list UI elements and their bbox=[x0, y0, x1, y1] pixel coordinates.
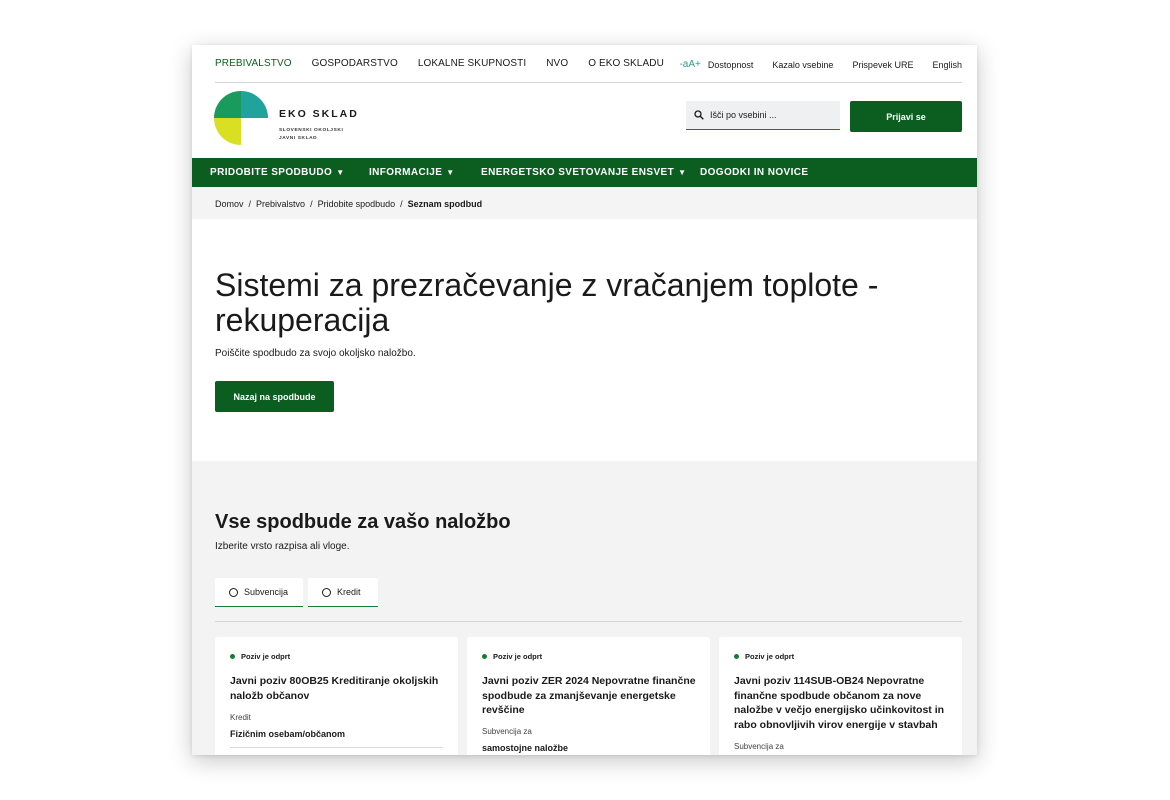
brand-subtitle: SLOVENSKI OKOLJSKI JAVNI SKLAD bbox=[279, 127, 343, 143]
status-dot-icon bbox=[482, 654, 487, 659]
status-dot-icon bbox=[230, 654, 235, 659]
breadcrumb-item-domov[interactable]: Domov bbox=[215, 199, 244, 209]
incentives-section: Vse spodbude za vašo naložbo Izberite vr… bbox=[192, 461, 977, 755]
radio-icon[interactable] bbox=[322, 587, 331, 597]
page-title: Sistemi za prezračevanje z vračanjem top… bbox=[215, 267, 879, 338]
mainnav-label: INFORMACIJE bbox=[369, 167, 443, 178]
breadcrumb-item-current: Seznam spodbud bbox=[407, 199, 483, 209]
card-target: samostojne naložbe bbox=[482, 743, 569, 753]
card-target: Fizičnim osebam/občanom bbox=[230, 729, 346, 739]
incentive-card[interactable]: Poziv je odprt Javni poziv 114SUB-OB24 N… bbox=[719, 637, 962, 755]
topnav-item-gospodarstvo[interactable]: GOSPODARSTVO bbox=[312, 58, 398, 69]
incentive-card[interactable]: Poziv je odprt Javni poziv 80OB25 Kredit… bbox=[215, 637, 458, 755]
card-title[interactable]: Javni poziv 114SUB-OB24 Nepovratne finan… bbox=[734, 674, 954, 732]
status-dot-icon bbox=[734, 654, 739, 659]
chevron-down-icon: ▼ bbox=[678, 168, 687, 177]
back-to-incentives-button[interactable]: Nazaj na spodbude bbox=[215, 381, 334, 412]
search-box[interactable] bbox=[686, 101, 840, 130]
status-badge: Poziv je odprt bbox=[734, 652, 794, 661]
incentive-card[interactable]: Poziv je odprt Javni poziv ZER 2024 Nepo… bbox=[467, 637, 710, 755]
status-badge: Poziv je odprt bbox=[482, 652, 542, 661]
brand-sub-line2: JAVNI SKLAD bbox=[279, 136, 318, 141]
card-type: Subvencija za bbox=[734, 742, 784, 751]
radio-icon[interactable] bbox=[229, 587, 238, 597]
login-button[interactable]: Prijavi se bbox=[850, 101, 962, 132]
breadcrumb-separator: / bbox=[310, 199, 313, 209]
top-bar: PREBIVALSTVO GOSPODARSTVO LOKALNE SKUPNO… bbox=[192, 45, 977, 83]
mainnav-label: DOGODKI IN NOVICE bbox=[700, 167, 809, 178]
topnav-item-prebivalstvo[interactable]: PREBIVALSTVO bbox=[215, 58, 292, 69]
font-size-toggle[interactable]: -aA+ bbox=[679, 59, 700, 70]
breadcrumb: Domov / Prebivalstvo / Pridobite spodbud… bbox=[192, 187, 977, 219]
brand-name: EKO SKLAD bbox=[279, 108, 359, 120]
filter-kredit[interactable]: Kredit bbox=[308, 578, 378, 607]
mainnav-item-ensvet[interactable]: ENERGETSKO SVETOVANJE ENSVET ▼ bbox=[481, 167, 686, 178]
browser-page: PREBIVALSTVO GOSPODARSTVO LOKALNE SKUPNO… bbox=[192, 45, 977, 755]
utility-links: -aA+ Dostopnost Kazalo vsebine Prispevek… bbox=[679, 59, 962, 70]
ure-link[interactable]: Prispevek URE bbox=[852, 60, 913, 70]
topnav-item-nvo[interactable]: NVO bbox=[546, 58, 568, 69]
card-title[interactable]: Javni poziv ZER 2024 Nepovratne finančne… bbox=[482, 674, 702, 718]
breadcrumb-separator: / bbox=[400, 199, 403, 209]
card-title[interactable]: Javni poziv 80OB25 Kreditiranje okoljski… bbox=[230, 674, 450, 703]
language-link[interactable]: English bbox=[932, 60, 962, 70]
card-type: Subvencija za bbox=[482, 727, 532, 736]
search-icon bbox=[694, 110, 704, 120]
section-title: Vse spodbude za vašo naložbo bbox=[215, 511, 511, 533]
search-input[interactable] bbox=[710, 110, 830, 120]
breadcrumb-item-pridobite-spodbudo[interactable]: Pridobite spodbudo bbox=[318, 199, 396, 209]
filter-subvencija[interactable]: Subvencija bbox=[215, 578, 303, 607]
chevron-down-icon: ▼ bbox=[336, 168, 345, 177]
brand-sub-line1: SLOVENSKI OKOLJSKI bbox=[279, 128, 344, 133]
breadcrumb-item-prebivalstvo[interactable]: Prebivalstvo bbox=[256, 199, 305, 209]
audience-nav: PREBIVALSTVO GOSPODARSTVO LOKALNE SKUPNO… bbox=[215, 58, 684, 69]
mainnav-item-pridobite-spodbudo[interactable]: PRIDOBITE SPODBUDO ▼ bbox=[210, 167, 345, 178]
status-text: Poziv je odprt bbox=[493, 652, 543, 661]
mainnav-item-informacije[interactable]: INFORMACIJE ▼ bbox=[369, 167, 455, 178]
breadcrumb-separator: / bbox=[248, 199, 252, 209]
top-divider bbox=[215, 82, 962, 83]
mainnav-label: ENERGETSKO SVETOVANJE ENSVET bbox=[481, 167, 675, 178]
section-divider bbox=[215, 621, 962, 622]
section-subtitle: Izberite vrsto razpisa ali vloge. bbox=[215, 541, 350, 552]
chevron-down-icon: ▼ bbox=[446, 168, 455, 177]
topnav-item-o-eko-skladu[interactable]: O EKO SKLADU bbox=[588, 58, 664, 69]
mainnav-item-dogodki[interactable]: DOGODKI IN NOVICE bbox=[700, 167, 808, 178]
status-badge: Poziv je odprt bbox=[230, 652, 290, 661]
sitemap-link[interactable]: Kazalo vsebine bbox=[772, 60, 833, 70]
main-nav: PRIDOBITE SPODBUDO ▼ INFORMACIJE ▼ ENERGET… bbox=[192, 158, 977, 187]
status-text: Poziv je odprt bbox=[745, 652, 795, 661]
status-text: Poziv je odprt bbox=[241, 652, 291, 661]
card-type: Kredit bbox=[230, 713, 251, 722]
page-subtitle: Poiščite spodbudo za svojo okoljsko nalo… bbox=[215, 348, 416, 359]
topnav-item-lokalne-skupnosti[interactable]: LOKALNE SKUPNOSTI bbox=[418, 58, 526, 69]
eko-sklad-logo-icon[interactable] bbox=[214, 91, 269, 146]
filter-label: Kredit bbox=[337, 587, 361, 597]
mainnav-label: PRIDOBITE SPODBUDO bbox=[210, 167, 333, 178]
accessibility-link[interactable]: Dostopnost bbox=[708, 60, 754, 70]
card-divider bbox=[230, 747, 443, 748]
filter-label: Subvencija bbox=[244, 587, 289, 597]
